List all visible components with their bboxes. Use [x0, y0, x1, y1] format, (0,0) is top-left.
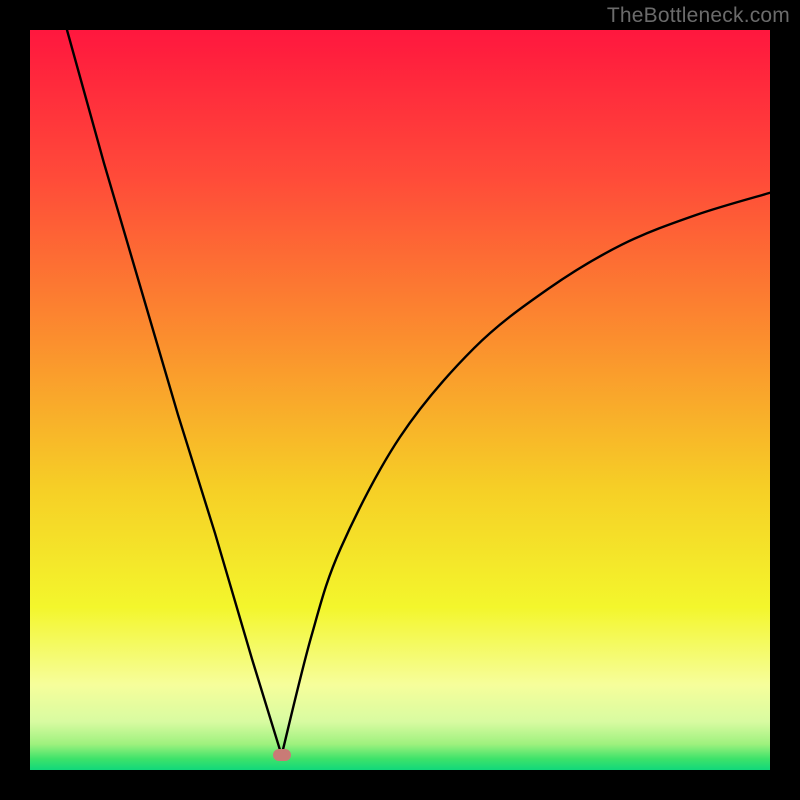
watermark-text: TheBottleneck.com: [607, 4, 790, 28]
cusp-marker: [273, 749, 291, 761]
chart-background-gradient: [30, 30, 770, 770]
chart-frame: [30, 30, 770, 770]
